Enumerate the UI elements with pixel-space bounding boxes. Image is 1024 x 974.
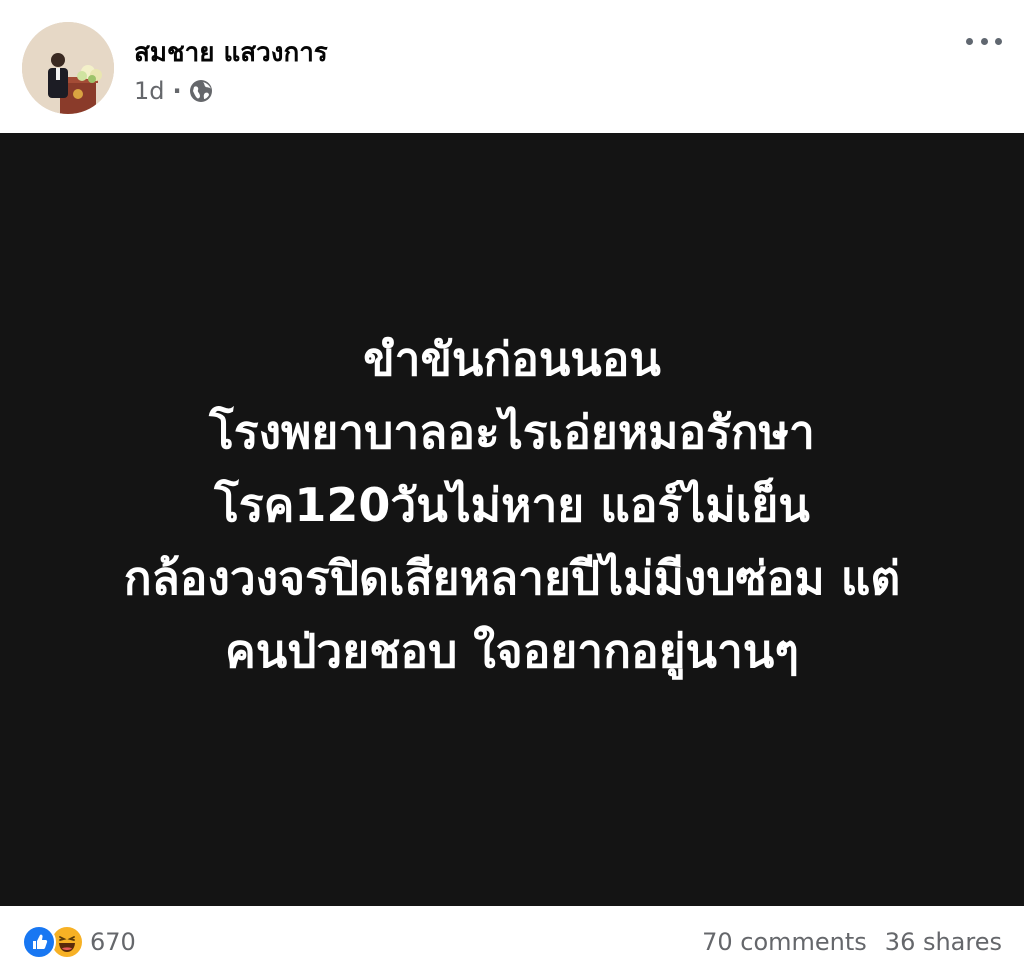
- shares-count[interactable]: 36 shares: [885, 928, 1002, 956]
- post-timestamp[interactable]: 1d: [134, 77, 165, 105]
- image-text-line: โรค120วันไม่หาย แอร์ไม่เย็น: [214, 478, 810, 532]
- more-options-icon[interactable]: [966, 26, 1002, 56]
- avatar-photo: [22, 22, 114, 114]
- post-meta: 1d ·: [134, 76, 214, 106]
- image-text-line: โรงพยาบาลอะไรเอ่ยหมอรักษา: [209, 405, 815, 459]
- image-text-line: กล้องวงจรปิดเสียหลายปีไม่มีงบซ่อม แต่: [123, 551, 901, 605]
- image-text-line: คนป่วยชอบ ใจอยากอยู่นานๆ: [225, 624, 799, 678]
- post-header: สมชาย แสวงการ 1d ·: [0, 0, 1024, 132]
- author-name[interactable]: สมชาย แสวงการ: [134, 32, 328, 73]
- comments-count[interactable]: 70 comments: [702, 928, 867, 956]
- like-icon: [22, 925, 56, 959]
- image-text-line: ขำขันก่อนนอน: [363, 332, 661, 386]
- post-image[interactable]: ขำขันก่อนนอน โรงพยาบาลอะไรเอ่ยหมอรักษา โ…: [0, 133, 1024, 906]
- globe-icon[interactable]: [188, 78, 214, 104]
- facebook-post: สมชาย แสวงการ 1d · ขำขันก่อนนอน โรงพยาบา…: [0, 0, 1024, 974]
- post-footer: 670 70 comments 36 shares: [0, 906, 1024, 974]
- author-avatar[interactable]: [22, 22, 114, 114]
- image-text: ขำขันก่อนนอน โรงพยาบาลอะไรเอ่ยหมอรักษา โ…: [12, 323, 1012, 688]
- meta-separator: ·: [172, 77, 182, 105]
- reaction-count: 670: [90, 928, 136, 956]
- engagement-counts: 70 comments 36 shares: [702, 926, 1002, 958]
- reactions-summary[interactable]: 670: [22, 925, 136, 959]
